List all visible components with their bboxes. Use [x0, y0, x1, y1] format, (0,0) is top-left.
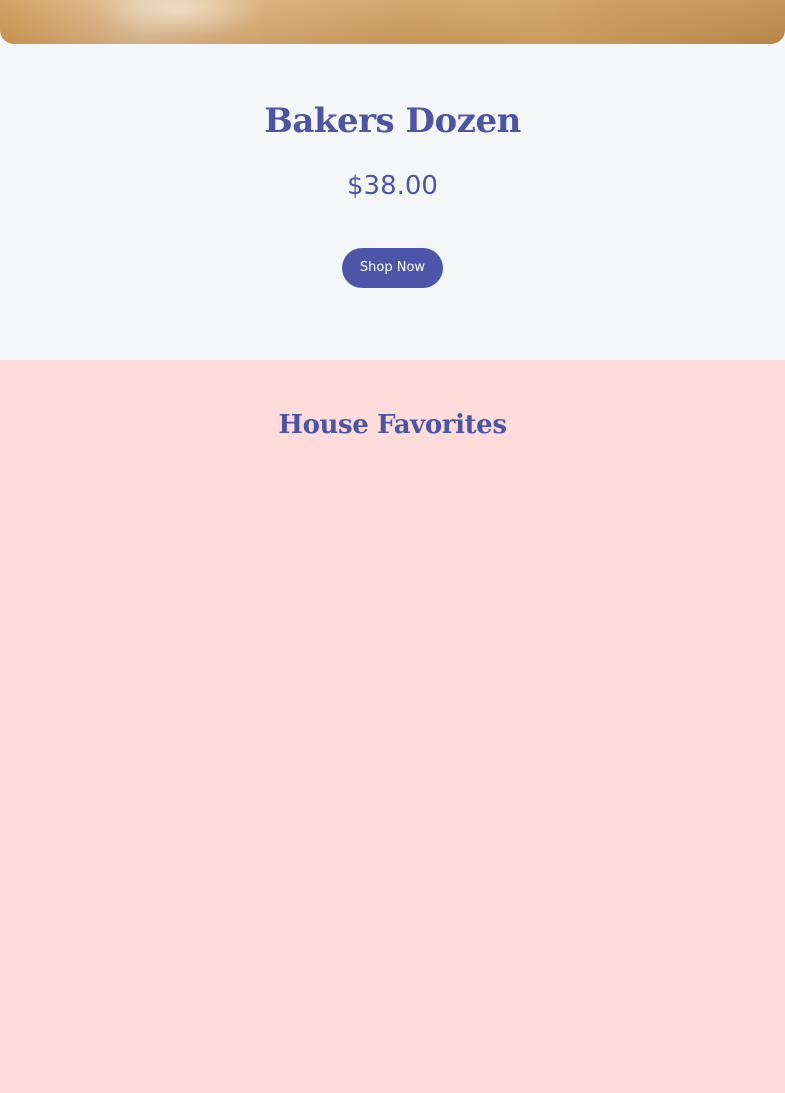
product-price: $38.00 [347, 171, 438, 201]
product-section: Bakers Dozen $38.00 Shop Now [0, 44, 785, 360]
house-favorites-heading: House Favorites [278, 410, 507, 440]
house-favorites-section: House Favorites [0, 360, 785, 1093]
shop-now-button[interactable]: Shop Now [342, 248, 443, 288]
product-hero-image [0, 0, 785, 44]
page: Bakers Dozen $38.00 Shop Now House Favor… [0, 0, 785, 1093]
product-title: Bakers Dozen [264, 101, 521, 141]
